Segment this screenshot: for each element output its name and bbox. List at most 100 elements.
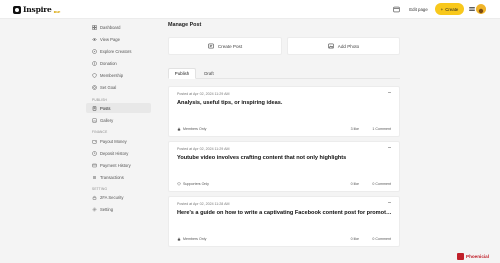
sidebar-item-donation[interactable]: Donation	[86, 58, 151, 68]
sidebar-item-view-page[interactable]: View Page	[86, 34, 151, 44]
window-icon	[393, 6, 400, 13]
post-comments[interactable]: 0 Comment	[372, 182, 391, 186]
post-access: Members Only	[177, 237, 206, 241]
sidebar-item-payment-history[interactable]: Payment History	[86, 160, 151, 170]
sidebar-item-label: Membership	[100, 72, 124, 78]
sidebar-item-gallery[interactable]: Gallery	[86, 115, 151, 125]
sidebar-item-2fa-security[interactable]: 2FA Security	[86, 192, 151, 202]
sidebar-item-payout-money[interactable]: Payout Money	[86, 136, 151, 146]
shield-icon	[92, 72, 97, 78]
sidebar-item-posts[interactable]: Posts	[86, 103, 151, 113]
sidebar-item-label: Gallery	[100, 117, 114, 123]
lock-icon	[177, 127, 181, 131]
add-photo-button[interactable]: Add Photo	[287, 37, 400, 55]
post-comments[interactable]: 1 Comment	[372, 127, 391, 131]
more-options-icon[interactable]: ...	[387, 144, 391, 150]
card-icon	[92, 163, 97, 167]
eye-icon	[92, 37, 97, 41]
document-icon	[92, 105, 97, 111]
top-bar: Inspire me Edit page + Create	[0, 0, 500, 19]
sidebar-item-label: Set Goal	[100, 84, 117, 90]
sidebar-section-finance: FINANCE	[92, 130, 108, 134]
post-card[interactable]: Posted at Apr 02, 2024 11:29 AM ... Yout…	[168, 141, 400, 192]
post-likes[interactable]: 0 like	[351, 182, 359, 186]
post-access-label: Members Only	[183, 237, 207, 241]
wallet-icon	[92, 139, 97, 143]
logo-mark-icon	[13, 5, 21, 14]
list-icon	[93, 175, 96, 179]
sidebar-section-setting: SETTING	[92, 187, 108, 191]
tab-publish[interactable]: Publish	[168, 68, 196, 79]
sidebar-item-label: Payout Money	[100, 138, 127, 144]
more-options-icon[interactable]: ...	[387, 199, 391, 205]
compass-icon	[92, 48, 97, 54]
sidebar-item-label: Transactions	[100, 174, 124, 180]
create-button-label: Create	[445, 6, 459, 12]
sidebar-item-dashboard[interactable]: Dashboard	[86, 22, 151, 32]
post-likes[interactable]: 3 like	[351, 127, 359, 131]
edit-page-button[interactable]: Edit page	[406, 3, 431, 15]
logo[interactable]: Inspire me	[13, 4, 60, 15]
heart-icon	[177, 182, 181, 186]
sidebar-item-explore-creators[interactable]: Explore Creators	[86, 46, 151, 56]
sidebar-item-label: View Page	[100, 36, 120, 42]
view-page-icon-button[interactable]	[391, 4, 402, 15]
target-icon	[92, 84, 97, 90]
plus-icon: +	[440, 6, 444, 12]
post-card[interactable]: Posted at Apr 02, 2024 11:29 AM ... Anal…	[168, 86, 400, 137]
gear-icon	[92, 207, 97, 211]
sidebar-item-membership[interactable]: Membership	[86, 70, 151, 80]
post-likes[interactable]: 0 like	[351, 237, 359, 241]
watermark-text: Phoenicial	[466, 254, 489, 259]
image-icon	[92, 118, 97, 122]
post-access: Supporters Only	[177, 182, 209, 186]
avatar[interactable]	[476, 4, 486, 14]
sidebar-item-transactions[interactable]: Transactions	[86, 172, 151, 182]
logo-text: Inspire	[23, 5, 52, 14]
sidebar-item-label: Posts	[100, 105, 111, 111]
create-post-icon	[208, 43, 214, 49]
history-icon	[92, 150, 97, 156]
sidebar-item-label: Explore Creators	[100, 48, 132, 54]
sidebar-item-set-goal[interactable]: Set Goal	[86, 82, 151, 92]
post-title[interactable]: Youtube video involves crafting content …	[177, 155, 393, 161]
tab-draft[interactable]: Draft	[198, 68, 220, 79]
lock-icon	[177, 237, 181, 241]
post-access-label: Members Only	[183, 127, 207, 131]
sidebar-item-label: Setting	[100, 206, 114, 212]
post-access-label: Supporters Only	[183, 182, 209, 186]
sidebar-item-label: Dashboard	[100, 24, 121, 30]
sidebar-item-setting[interactable]: Setting	[86, 204, 151, 214]
coin-icon	[92, 60, 97, 66]
create-post-button[interactable]: Create Post	[168, 37, 282, 55]
avatar-image	[476, 7, 486, 14]
post-card[interactable]: Posted at Apr 02, 2024 11:28 AM ... Here…	[168, 196, 400, 247]
sidebar: Dashboard View Page Explore Creators Don…	[86, 19, 152, 263]
sidebar-section-publish: PUBLISH	[92, 98, 108, 102]
post-date: Posted at Apr 02, 2024 11:29 AM	[177, 92, 230, 96]
add-photo-label: Add Photo	[337, 43, 360, 49]
more-options-icon[interactable]: ...	[387, 89, 391, 95]
watermark: Phoenicial	[457, 253, 489, 260]
post-comments[interactable]: 0 Comment	[372, 237, 391, 241]
photo-icon	[328, 43, 334, 49]
post-title[interactable]: Analysis, useful tips, or inspiring idea…	[177, 100, 393, 106]
lock-icon	[92, 195, 97, 200]
watermark-logo-icon	[457, 253, 464, 260]
sidebar-item-label: Donation	[100, 60, 117, 66]
create-post-label: Create Post	[217, 43, 243, 49]
post-date: Posted at Apr 02, 2024 11:28 AM	[177, 202, 230, 206]
sidebar-item-deposit-history[interactable]: Deposit History	[86, 148, 151, 158]
sidebar-item-label: Deposit History	[100, 150, 129, 156]
sidebar-item-label: 2FA Security	[100, 194, 124, 200]
logo-suffix: me	[53, 8, 61, 14]
post-access: Members Only	[177, 127, 206, 131]
page-title: Manage Post	[168, 22, 202, 28]
post-tabs: Publish Draft	[168, 68, 400, 79]
post-title[interactable]: Here's a guide on how to write a captiva…	[177, 210, 393, 216]
hamburger-menu-icon[interactable]	[468, 5, 476, 13]
grid-icon	[92, 24, 97, 30]
post-date: Posted at Apr 02, 2024 11:29 AM	[177, 147, 230, 151]
sidebar-item-label: Payment History	[100, 162, 131, 168]
create-button[interactable]: + Create	[435, 3, 464, 15]
